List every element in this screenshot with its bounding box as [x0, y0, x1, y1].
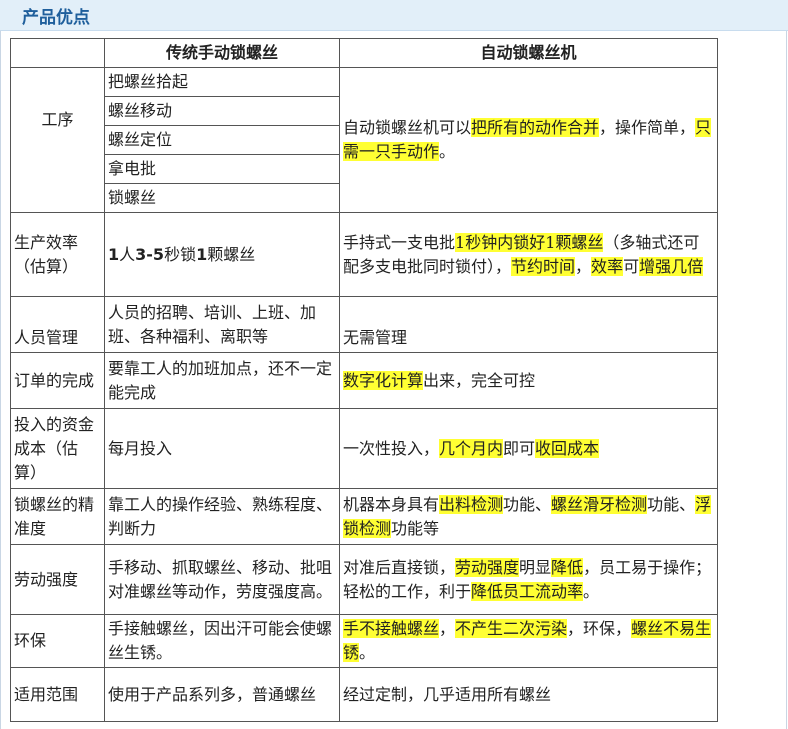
process-step: 拿电批: [105, 155, 339, 184]
table-row-efficiency: 生产效率（估算） 1人3-5秒锁1颗螺丝 手持式一支电批1秒钟内锁好1颗螺丝（多…: [10, 212, 718, 297]
header-manual: 传统手动锁螺丝: [104, 38, 340, 68]
table-row-orders: 订单的完成 要靠工人的加班加点，还不一定能完成 数字化计算出来，完全可控: [10, 352, 718, 409]
process-step: 把螺丝拾起: [105, 69, 339, 97]
table-row-environment: 环保 手接触螺丝，因出汗可能会使螺丝生锈。 手不接触螺丝，不产生二次污染，环保，…: [10, 614, 718, 668]
process-steps-cell: 把螺丝拾起 螺丝移动 螺丝定位 拿电批 锁螺丝: [104, 67, 340, 213]
highlight-run: 几个月内: [439, 438, 504, 458]
text-run: 可: [623, 256, 640, 276]
text-run: 。: [583, 581, 600, 601]
cost-manual-cell: 每月投入: [104, 408, 340, 489]
orders-auto-cell: 数字化计算出来，完全可控: [339, 352, 718, 409]
highlight-run: 把所有的动作合并: [471, 118, 600, 137]
highlight-run: 出料检测: [439, 494, 504, 514]
text-run: 人: [119, 244, 136, 264]
text-run: 1: [196, 244, 208, 264]
labor-manual-cell: 手移动、抓取螺丝、移动、批咀对准螺丝等动作，劳度强度高。: [104, 544, 340, 615]
efficiency-auto-cell: 手持式一支电批1秒钟内锁好1颗螺丝（多轴式还可配多支电批同时锁付），节约时间，效…: [339, 212, 718, 297]
highlight-run: 增强几倍: [639, 256, 704, 276]
table-row-process: 工序 把螺丝拾起 螺丝移动 螺丝定位 拿电批 锁螺丝 自动锁螺丝机可以把所有的动…: [10, 67, 718, 213]
process-step: 螺丝定位: [105, 126, 339, 155]
text-run: 出来，完全可控: [423, 370, 536, 390]
highlight-run: 数字化计算: [343, 370, 424, 390]
text-run: 对准后直接锁，: [343, 557, 456, 577]
cost-auto-cell: 一次性投入，几个月内即可收回成本: [339, 408, 718, 489]
text-run: 功能、: [647, 494, 696, 514]
highlight-run: 不产生二次污染: [455, 619, 568, 638]
comparison-table: 传统手动锁螺丝 自动锁螺丝机 工序 把螺丝拾起 螺丝移动 螺丝定位 拿电批 锁螺…: [10, 38, 718, 722]
row-label-precision: 锁螺丝的精准度: [10, 488, 105, 545]
orders-manual-cell: 要靠工人的加班加点，还不一定能完成: [104, 352, 340, 409]
text-run: 1: [108, 244, 120, 264]
staff-manual-cell: 人员的招聘、培训、上班、加班、各种福利、离职等: [104, 296, 340, 353]
text-run: 即可: [503, 438, 536, 458]
text-run: ，环保，: [567, 619, 632, 638]
text-run: ，操作简单，: [599, 118, 696, 137]
scope-auto-cell: 经过定制，几乎适用所有螺丝: [339, 667, 718, 722]
efficiency-manual-cell: 1人3-5秒锁1颗螺丝: [104, 212, 340, 297]
highlight-run: 降低: [551, 557, 584, 577]
right-border: [786, 31, 787, 729]
header-auto: 自动锁螺丝机: [339, 38, 718, 68]
table-row-scope: 适用范围 使用于产品系列多，普通螺丝 经过定制，几乎适用所有螺丝: [10, 667, 718, 722]
text-run: 明显: [519, 557, 552, 577]
text-run: 颗螺丝: [207, 244, 256, 264]
text-run: 秒锁: [164, 244, 197, 264]
table-row-cost: 投入的资金成本（估算） 每月投入 一次性投入，几个月内即可收回成本: [10, 408, 718, 489]
highlight-run: 降低员工流动率: [471, 581, 584, 601]
section-banner: 产品优点: [0, 0, 788, 31]
precision-manual-cell: 靠工人的操作经验、熟练程度、判断力: [104, 488, 340, 545]
highlight-run: 螺丝滑牙检测: [551, 494, 648, 514]
table-row-labor: 劳动强度 手移动、抓取螺丝、移动、批咀对准螺丝等动作，劳度强度高。 对准后直接锁…: [10, 544, 718, 615]
process-auto-cell: 自动锁螺丝机可以把所有的动作合并，操作简单，只需一只手动作。: [339, 67, 718, 213]
scope-manual-cell: 使用于产品系列多，普通螺丝: [104, 667, 340, 722]
highlight-run: 收回成本: [535, 438, 600, 458]
header-empty: [10, 38, 105, 68]
text-run: 机器本身具有: [343, 494, 440, 514]
row-label-staff: 人员管理: [10, 296, 105, 353]
text-run: ，: [575, 256, 592, 276]
environment-auto-cell: 手不接触螺丝，不产生二次污染，环保，螺丝不易生锈。: [339, 614, 718, 668]
highlight-run: 效率: [591, 256, 624, 276]
text-run: 功能、: [503, 494, 552, 514]
highlight-run: 节约时间: [511, 256, 576, 276]
table-row-staff: 人员管理 人员的招聘、培训、上班、加班、各种福利、离职等 无需管理: [10, 296, 718, 353]
text-run: 一次性投入，: [343, 438, 440, 458]
header-row: 传统手动锁螺丝 自动锁螺丝机: [10, 38, 718, 68]
section-title: 产品优点: [22, 8, 90, 28]
row-label-process: 工序: [10, 67, 105, 213]
text-run: 手持式一支电批: [343, 232, 456, 252]
staff-auto-cell: 无需管理: [339, 296, 718, 353]
row-label-efficiency: 生产效率（估算）: [10, 212, 105, 297]
row-label-scope: 适用范围: [10, 667, 105, 722]
text-run: ，: [439, 619, 456, 638]
table-row-precision: 锁螺丝的精准度 靠工人的操作经验、熟练程度、判断力 机器本身具有出料检测功能、螺…: [10, 488, 718, 545]
text-run: 。: [359, 643, 376, 662]
text-run: 3-5: [135, 244, 165, 264]
highlight-run: 1秒钟内锁好1颗螺丝: [455, 232, 604, 252]
row-label-labor: 劳动强度: [10, 544, 105, 615]
process-step: 螺丝移动: [105, 97, 339, 126]
left-border: [0, 31, 1, 729]
row-label-cost: 投入的资金成本（估算）: [10, 408, 105, 489]
row-label-orders: 订单的完成: [10, 352, 105, 409]
highlight-run: 手不接触螺丝: [343, 619, 440, 638]
labor-auto-cell: 对准后直接锁，劳动强度明显降低，员工易于操作；轻松的工作，利于降低员工流动率。: [339, 544, 718, 615]
text-run: 功能等: [391, 518, 440, 538]
text-run: 自动锁螺丝机可以: [343, 118, 472, 137]
precision-auto-cell: 机器本身具有出料检测功能、螺丝滑牙检测功能、浮锁检测功能等: [339, 488, 718, 545]
environment-manual-cell: 手接触螺丝，因出汗可能会使螺丝生锈。: [104, 614, 340, 668]
row-label-environment: 环保: [10, 614, 105, 668]
process-step: 锁螺丝: [108, 188, 157, 207]
text-run: 。: [439, 142, 456, 161]
highlight-run: 劳动强度: [455, 557, 520, 577]
